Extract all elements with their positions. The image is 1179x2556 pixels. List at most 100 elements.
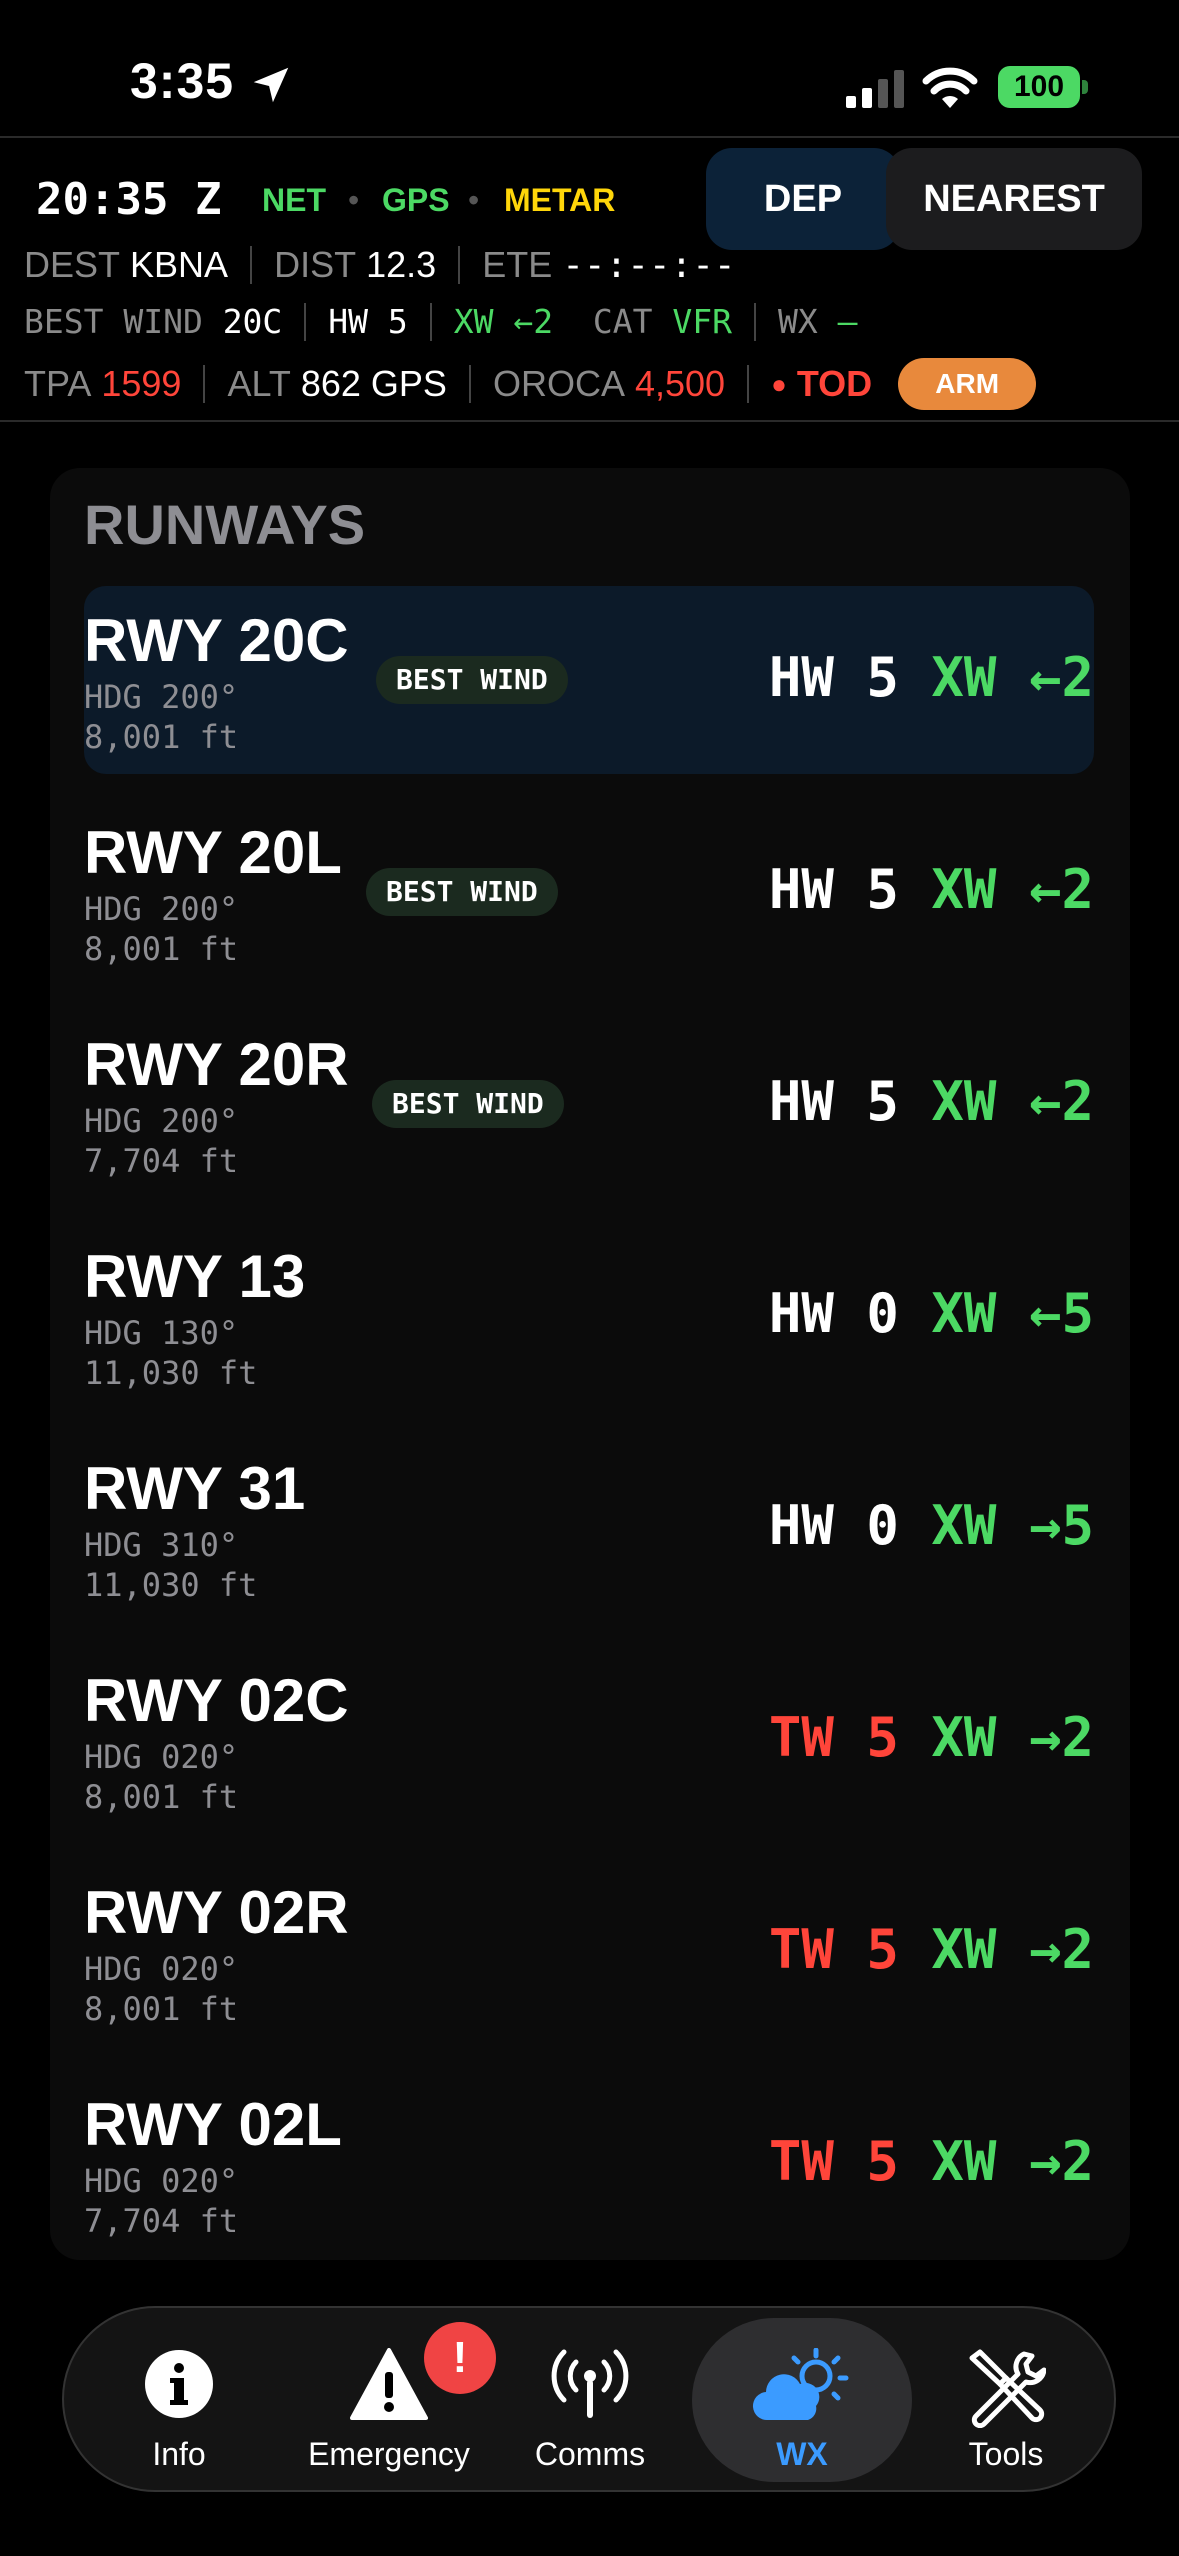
separator <box>203 365 206 403</box>
tod-indicator-dot: ● <box>771 368 787 399</box>
status-time: 3:35 <box>130 53 235 109</box>
runway-wind: TW 5 XW →2 <box>769 1706 1094 1769</box>
runway-length: 11,030 ft <box>84 1354 258 1392</box>
runway-row[interactable]: RWY 13 HDG 130° 11,030 ft HW 0 XW ←5 <box>84 1222 1094 1410</box>
runway-length: 8,001 ft <box>84 1778 239 1816</box>
emergency-alert-badge: ! <box>424 2322 496 2394</box>
runway-heading: HDG 200° <box>84 890 239 928</box>
wx-value: — <box>837 302 858 341</box>
alt-label: ALT <box>227 363 291 404</box>
separator <box>429 302 432 341</box>
location-arrow-icon <box>253 67 289 103</box>
crosswind-label: XW <box>931 646 997 709</box>
alt-value: 862 <box>300 363 361 404</box>
tpa-label: TPA <box>24 363 92 404</box>
runway-heading: HDG 310° <box>84 1526 239 1564</box>
tab-tools[interactable]: Tools <box>916 2318 1096 2482</box>
headwind-value: HW 5 <box>328 302 408 341</box>
dest-label: DEST <box>24 244 121 285</box>
wind-value: 5 <box>866 646 899 709</box>
wind-value: 0 <box>866 1282 899 1345</box>
crosswind-value: →2 <box>1028 1918 1094 1981</box>
runway-row[interactable]: RWY 02R HDG 020° 8,001 ft TW 5 XW →2 <box>84 1858 1094 2046</box>
alt-source: GPS <box>370 363 447 404</box>
crosswind-value: ←2 <box>1028 858 1094 921</box>
runway-row[interactable]: RWY 02C HDG 020° 8,001 ft TW 5 XW →2 <box>84 1646 1094 1834</box>
info-icon <box>145 2350 213 2418</box>
runway-row[interactable]: RWY 20C HDG 200° 8,001 ft BEST WIND HW 5… <box>84 586 1094 774</box>
runway-name: RWY 02L <box>84 2091 342 2158</box>
runway-wind: HW 0 XW ←5 <box>769 1282 1094 1345</box>
runway-heading: HDG 020° <box>84 2162 239 2200</box>
tab-wx[interactable]: WX <box>692 2318 912 2482</box>
crosswind-label: XW <box>931 1282 997 1345</box>
cellular-signal-icon <box>846 70 904 108</box>
zulu-time: 20:35 Z <box>36 174 222 225</box>
runway-length: 8,001 ft <box>84 1990 239 2028</box>
runway-row[interactable]: RWY 20L HDG 200° 8,001 ft BEST WIND HW 5… <box>84 798 1094 986</box>
runway-row[interactable]: RWY 20R HDG 200° 7,704 ft BEST WIND HW 5… <box>84 1010 1094 1198</box>
best-wind-badge: BEST WIND <box>376 656 568 704</box>
runway-heading: HDG 200° <box>84 1102 239 1140</box>
dest-value[interactable]: KBNA <box>130 244 228 286</box>
flight-status-header: 20:35 Z NET • GPS • METAR DEP NEAREST DE… <box>0 140 1179 420</box>
status-bar: 3:35 100 <box>0 0 1179 136</box>
crosswind-value: →5 <box>1028 1494 1094 1557</box>
separator <box>747 365 750 403</box>
runways-title: RUNWAYS <box>84 493 366 556</box>
runway-wind: TW 5 XW →2 <box>769 2130 1094 2193</box>
wifi-icon <box>922 67 978 108</box>
wind-type: HW <box>768 1282 834 1345</box>
crosswind-label: XW <box>931 1706 997 1769</box>
ete-label: ETE <box>482 244 553 285</box>
runway-row[interactable]: RWY 31 HDG 310° 11,030 ft HW 0 XW →5 <box>84 1434 1094 1622</box>
wind-value: 5 <box>866 1070 899 1133</box>
source-separator-dot: • <box>348 182 360 218</box>
crosswind-value: ←5 <box>1028 1282 1094 1345</box>
tab-comms[interactable]: Comms <box>500 2318 680 2482</box>
separator <box>304 302 307 341</box>
runway-wind: TW 5 XW →2 <box>769 1918 1094 1981</box>
runway-wind: HW 0 XW →5 <box>769 1494 1094 1557</box>
runway-name: RWY 02R <box>84 1879 349 1946</box>
runways-panel: RUNWAYS RWY 20C HDG 200° 8,001 ft BEST W… <box>50 468 1130 2260</box>
best-wind-label: BEST WIND <box>24 302 203 341</box>
ete-value: --:--:-- <box>562 244 736 286</box>
runway-heading: HDG 130° <box>84 1314 239 1352</box>
tab-emergency-label: Emergency <box>308 2436 470 2472</box>
nearest-button[interactable]: NEAREST <box>886 148 1142 250</box>
tab-comms-label: Comms <box>534 2436 646 2472</box>
wind-type: HW <box>768 1070 834 1133</box>
runway-heading: HDG 020° <box>84 1738 239 1776</box>
runway-wind: HW 5 XW ←2 <box>769 1070 1094 1133</box>
dist-value: 12.3 <box>366 244 437 285</box>
crosswind-value: ←2 <box>1028 1070 1094 1133</box>
battery-tip <box>1082 80 1088 94</box>
wind-value: 5 <box>866 1918 899 1981</box>
runway-name: RWY 13 <box>84 1243 306 1310</box>
dep-button[interactable]: DEP <box>706 148 900 250</box>
source-net: NET <box>262 182 326 218</box>
crosswind-value: →2 <box>1028 2130 1094 2193</box>
oroca-label: OROCA <box>492 363 625 404</box>
runway-name: RWY 02C <box>84 1667 349 1734</box>
tab-info[interactable]: Info <box>84 2318 274 2482</box>
runway-wind: HW 5 XW ←2 <box>769 646 1094 709</box>
tab-tools-label: Tools <box>968 2436 1044 2472</box>
crosswind-label: XW <box>931 2130 997 2193</box>
source-gps: GPS <box>382 182 450 218</box>
source-separator-dot: • <box>468 182 480 218</box>
wind-value: 5 <box>866 2130 899 2193</box>
antenna-icon <box>551 2349 629 2418</box>
dist-label: DIST <box>274 244 357 285</box>
runway-length: 11,030 ft <box>84 1566 258 1604</box>
runway-wind: HW 5 XW ←2 <box>769 858 1094 921</box>
runway-length: 7,704 ft <box>84 1142 239 1180</box>
runway-row[interactable]: RWY 02L HDG 020° 7,704 ft TW 5 XW →2 <box>84 2070 1094 2258</box>
altitude-row: TPA 1599 ALT 862 GPS OROCA 4,500 ● TOD A… <box>24 358 1037 410</box>
cat-value: VFR <box>672 302 732 341</box>
arm-button[interactable]: ARM <box>898 358 1037 410</box>
best-wind-badge: BEST WIND <box>372 1080 564 1128</box>
source-metar: METAR <box>504 182 616 218</box>
wind-type: TW <box>768 1918 834 1981</box>
